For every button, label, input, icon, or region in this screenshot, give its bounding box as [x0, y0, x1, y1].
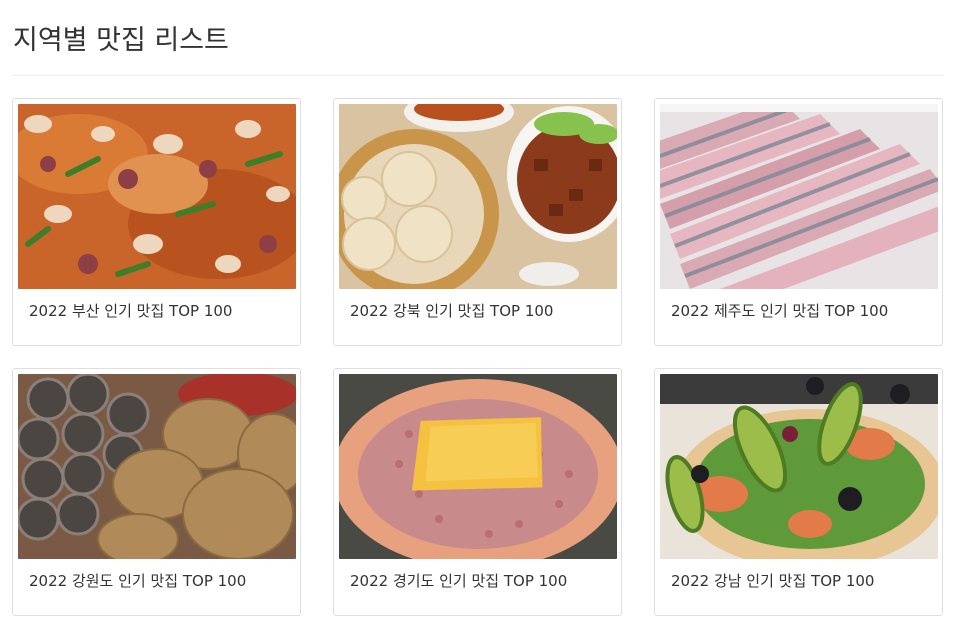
divider [12, 75, 944, 76]
card-image-salad-pizza[interactable] [660, 374, 938, 559]
card-gangwon[interactable]: 2022 강원도 인기 맛집 TOP 100 [12, 368, 301, 616]
card-image-raw-fish[interactable] [660, 104, 938, 289]
card-gyeonggi[interactable]: 2022 경기도 인기 맛집 TOP 100 [333, 368, 622, 616]
card-caption[interactable]: 2022 부산 인기 맛집 TOP 100 [29, 300, 295, 321]
card-jeju[interactable]: 2022 제주도 인기 맛집 TOP 100 [654, 98, 943, 346]
page-title: 지역별 맛집 리스트 [13, 25, 229, 56]
card-gangnam[interactable]: 2022 강남 인기 맛집 TOP 100 [654, 368, 943, 616]
card-image-sundae-pancakes[interactable] [18, 374, 296, 559]
card-image-seafood-stew[interactable] [18, 104, 296, 289]
card-busan[interactable]: 2022 부산 인기 맛집 TOP 100 [12, 98, 301, 346]
card-caption[interactable]: 2022 강원도 인기 맛집 TOP 100 [29, 570, 295, 591]
restaurant-list-grid: 2022 부산 인기 맛집 TOP 100 2022 강북 인기 맛집 TOP … [12, 98, 943, 616]
card-caption[interactable]: 2022 제주도 인기 맛집 TOP 100 [671, 300, 937, 321]
card-caption[interactable]: 2022 경기도 인기 맛집 TOP 100 [350, 570, 616, 591]
card-image-sausage-cheese[interactable] [339, 374, 617, 559]
card-caption[interactable]: 2022 강남 인기 맛집 TOP 100 [671, 570, 937, 591]
page: 지역별 맛집 리스트 2022 부산 인기 맛집 TOP 100 2022 강북… [0, 0, 960, 640]
card-image-dumplings[interactable] [339, 104, 617, 289]
card-caption[interactable]: 2022 강북 인기 맛집 TOP 100 [350, 300, 616, 321]
card-gangbuk[interactable]: 2022 강북 인기 맛집 TOP 100 [333, 98, 622, 346]
